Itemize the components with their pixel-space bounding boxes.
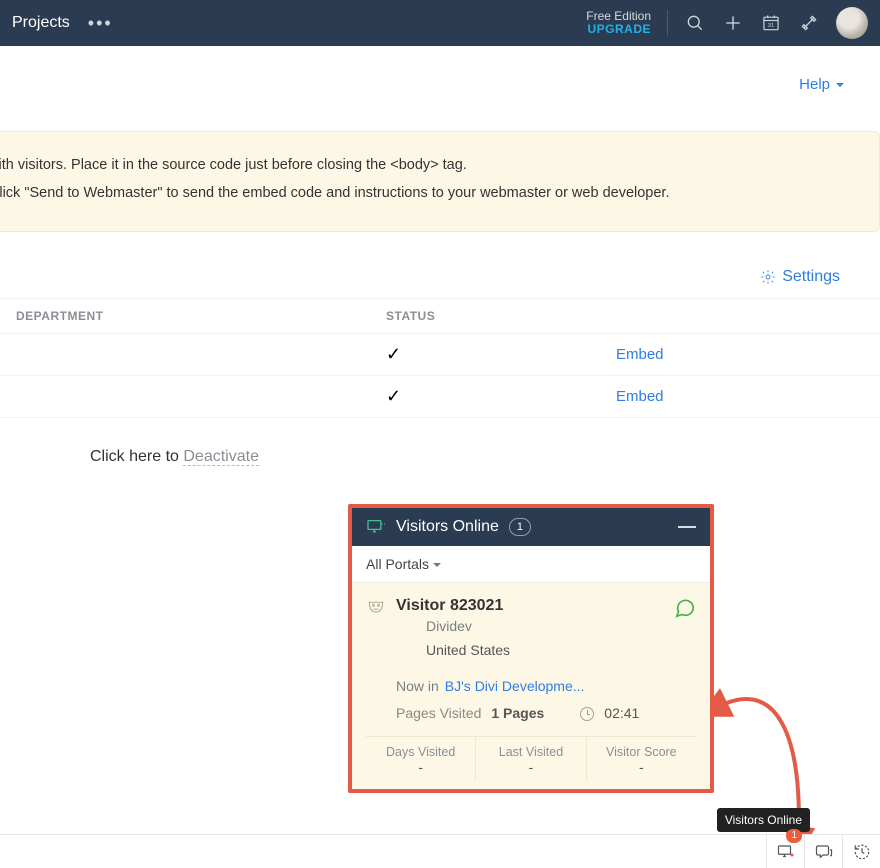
deactivate-row: Click here to Deactivate bbox=[0, 418, 880, 466]
visitor-stats: Days Visited- Last Visited- Visitor Scor… bbox=[366, 736, 696, 781]
table-row: ✓ Embed bbox=[0, 376, 880, 418]
visitor-country: United States bbox=[426, 639, 510, 663]
portal-filter[interactable]: All Portals bbox=[352, 546, 710, 583]
gear-icon bbox=[760, 269, 776, 285]
bottom-bar: Visitors Online 1 bbox=[0, 834, 880, 868]
embed-link[interactable]: Embed bbox=[616, 346, 664, 363]
divider bbox=[667, 10, 668, 36]
visitors-online-popup: Visitors Online 1 All Portals Visitor 82… bbox=[352, 508, 710, 789]
popup-header[interactable]: Visitors Online 1 bbox=[352, 508, 710, 546]
minimize-icon[interactable] bbox=[678, 526, 696, 528]
svg-text:31: 31 bbox=[768, 23, 774, 29]
visitor-card[interactable]: Visitor 823021 Dividev United States Now… bbox=[352, 583, 710, 789]
help-dropdown[interactable]: Help bbox=[799, 76, 844, 93]
embed-link[interactable]: Embed bbox=[616, 388, 664, 405]
chevron-down-icon bbox=[433, 556, 441, 572]
history-button[interactable] bbox=[842, 835, 880, 868]
banner-line-1: t with visitors. Place it in the source … bbox=[0, 152, 859, 180]
days-visited-label: Days Visited bbox=[366, 745, 475, 759]
monitor-icon bbox=[366, 519, 386, 535]
table-row: ✓ Embed bbox=[0, 334, 880, 376]
visitor-score-value: - bbox=[639, 759, 644, 775]
popup-title: Visitors Online bbox=[396, 518, 499, 536]
avatar[interactable] bbox=[836, 7, 868, 39]
chats-button[interactable] bbox=[804, 835, 842, 868]
top-bar: Projects ••• Free Edition UPGRADE 31 bbox=[0, 0, 880, 46]
check-icon: ✓ bbox=[386, 386, 401, 406]
page-title[interactable]: Projects bbox=[12, 14, 70, 32]
calendar-icon[interactable]: 31 bbox=[760, 12, 782, 34]
deactivate-prefix: Click here to bbox=[90, 448, 183, 465]
pages-visited-value: 1 Pages bbox=[491, 702, 544, 726]
now-in-label: Now in bbox=[396, 675, 439, 699]
deactivate-link[interactable]: Deactivate bbox=[183, 448, 259, 466]
edition-block[interactable]: Free Edition UPGRADE bbox=[586, 10, 651, 36]
more-menu-icon[interactable]: ••• bbox=[88, 13, 113, 34]
col-status: STATUS bbox=[370, 299, 600, 334]
settings-label: Settings bbox=[782, 268, 840, 286]
visitor-name: Visitor 823021 bbox=[396, 597, 510, 615]
search-icon[interactable] bbox=[684, 12, 706, 34]
notification-badge: 1 bbox=[786, 829, 802, 843]
popup-count-badge: 1 bbox=[509, 518, 531, 536]
portal-filter-label: All Portals bbox=[366, 556, 429, 572]
last-visited-value: - bbox=[529, 759, 534, 775]
col-department: DEPARTMENT bbox=[0, 299, 370, 334]
help-label: Help bbox=[799, 76, 830, 93]
tools-icon[interactable] bbox=[798, 12, 820, 34]
check-icon: ✓ bbox=[386, 344, 401, 364]
visitors-online-button[interactable]: 1 bbox=[766, 835, 804, 868]
departments-table: DEPARTMENT STATUS ✓ Embed ✓ Embed bbox=[0, 298, 880, 418]
now-in-page[interactable]: BJ's Divi Developme... bbox=[445, 675, 585, 699]
plus-icon[interactable] bbox=[722, 12, 744, 34]
visitor-org: Dividev bbox=[426, 615, 510, 639]
pages-visited-label: Pages Visited bbox=[396, 702, 481, 726]
clock-icon bbox=[580, 707, 594, 721]
chat-icon[interactable] bbox=[674, 597, 696, 619]
info-banner: t with visitors. Place it in the source … bbox=[0, 131, 880, 232]
mask-icon bbox=[366, 597, 386, 617]
last-visited-label: Last Visited bbox=[476, 745, 585, 759]
upgrade-link[interactable]: UPGRADE bbox=[586, 23, 651, 36]
col-action bbox=[600, 299, 880, 334]
banner-line-2: e click "Send to Webmaster" to send the … bbox=[0, 180, 859, 208]
settings-link[interactable]: Settings bbox=[760, 268, 840, 286]
visitor-score-label: Visitor Score bbox=[587, 745, 696, 759]
visit-duration: 02:41 bbox=[604, 702, 639, 726]
days-visited-value: - bbox=[418, 759, 423, 775]
